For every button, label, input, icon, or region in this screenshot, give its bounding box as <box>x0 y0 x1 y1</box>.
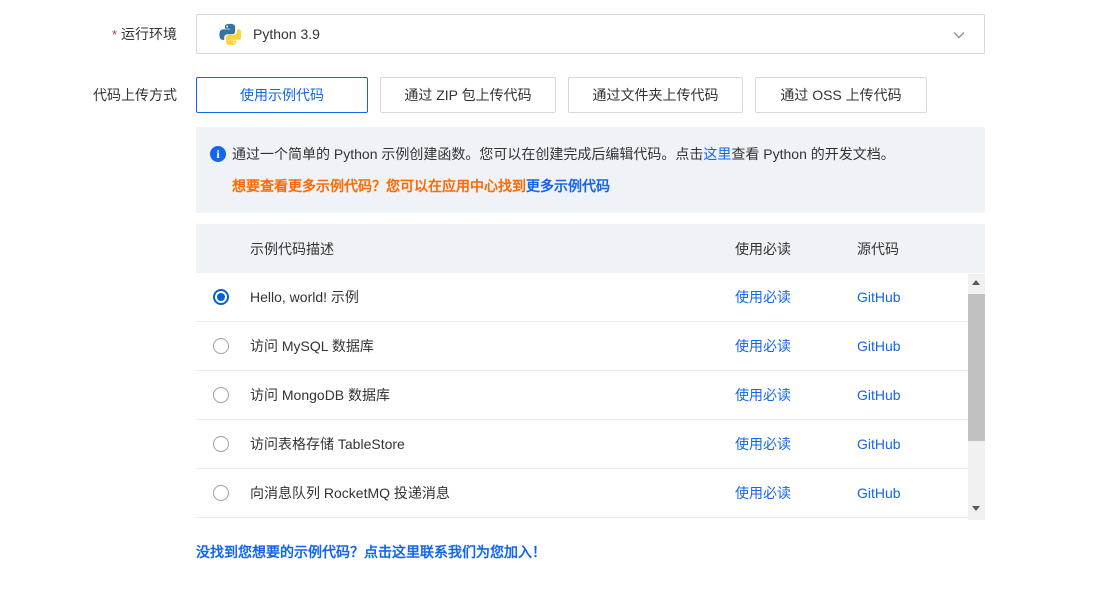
upload-option-folder[interactable]: 通过文件夹上传代码 <box>568 77 743 113</box>
row-readme-link[interactable]: 使用必读 <box>735 387 791 403</box>
row-radio-cell <box>196 485 250 501</box>
row-description: 访问 MySQL 数据库 <box>250 336 735 356</box>
scrollbar-down-arrow-icon[interactable] <box>968 500 985 517</box>
sample-code-table: 示例代码描述 使用必读 源代码 Hello, world! 示例 使用必读 Gi… <box>196 224 985 518</box>
upload-option-zip[interactable]: 通过 ZIP 包上传代码 <box>380 77 556 113</box>
table-row[interactable]: 访问 MongoDB 数据库 使用必读 GitHub <box>196 371 968 420</box>
table-row[interactable]: Hello, world! 示例 使用必读 GitHub <box>196 273 968 322</box>
table-body: Hello, world! 示例 使用必读 GitHub 访问 MySQL 数据… <box>196 273 985 518</box>
row-description: 访问表格存储 TableStore <box>250 434 735 454</box>
scrollbar-thumb[interactable] <box>968 294 985 441</box>
row-readme-link[interactable]: 使用必读 <box>735 485 791 501</box>
row-radio[interactable] <box>213 436 229 452</box>
column-header-source: 源代码 <box>857 239 968 259</box>
info-panel: i 通过一个简单的 Python 示例创建函数。您可以在创建完成后编辑代码。点击… <box>196 127 985 213</box>
table-header: 示例代码描述 使用必读 源代码 <box>196 224 985 273</box>
python-icon <box>219 23 241 45</box>
info-text-after: 查看 Python 的开发文档。 <box>731 146 894 162</box>
row-radio[interactable] <box>213 387 229 403</box>
upload-option-oss[interactable]: 通过 OSS 上传代码 <box>755 77 927 113</box>
column-header-description: 示例代码描述 <box>196 239 735 259</box>
row-readme-link[interactable]: 使用必读 <box>735 436 791 452</box>
row-description: Hello, world! 示例 <box>250 287 735 307</box>
row-source-link[interactable]: GitHub <box>857 387 901 403</box>
runtime-form-row: * 运行环境 Python 3.9 <box>0 14 1096 55</box>
row-radio[interactable] <box>213 485 229 501</box>
runtime-select[interactable]: Python 3.9 <box>196 14 985 54</box>
table-scrollbar[interactable] <box>968 274 985 520</box>
row-source-link[interactable]: GitHub <box>857 485 901 501</box>
row-radio-cell <box>196 387 250 403</box>
create-function-code-section: * 运行环境 Python 3.9 代码上传方式 使用示例代码 通过 ZIP 包上… <box>0 14 1096 601</box>
info-text: 通过一个简单的 Python 示例创建函数。您可以在创建完成后编辑代码。点击这里… <box>232 144 895 164</box>
row-readme-link[interactable]: 使用必读 <box>735 338 791 354</box>
row-source-link[interactable]: GitHub <box>857 436 901 452</box>
row-description: 向消息队列 RocketMQ 投递消息 <box>250 483 735 503</box>
row-description: 访问 MongoDB 数据库 <box>250 385 735 405</box>
table-row[interactable]: 向消息队列 RocketMQ 投递消息 使用必读 GitHub <box>196 469 968 518</box>
upload-method-button-group: 使用示例代码 通过 ZIP 包上传代码 通过文件夹上传代码 通过 OSS 上传代… <box>196 77 985 113</box>
docs-here-link[interactable]: 这里 <box>703 146 731 162</box>
row-readme-link[interactable]: 使用必读 <box>735 289 791 305</box>
table-row[interactable]: 访问表格存储 TableStore 使用必读 GitHub <box>196 420 968 469</box>
row-radio-cell <box>196 338 250 354</box>
column-header-readme: 使用必读 <box>735 239 857 259</box>
runtime-select-value: Python 3.9 <box>253 26 320 42</box>
row-source-link[interactable]: GitHub <box>857 338 901 354</box>
more-samples-link[interactable]: 更多示例代码 <box>526 178 610 194</box>
row-radio[interactable] <box>213 338 229 354</box>
scrollbar-up-arrow-icon[interactable] <box>968 274 985 291</box>
upload-method-form-row: 代码上传方式 使用示例代码 通过 ZIP 包上传代码 通过文件夹上传代码 通过 … <box>0 77 1096 113</box>
row-source-link[interactable]: GitHub <box>857 289 901 305</box>
row-radio[interactable] <box>213 289 229 305</box>
row-radio-cell <box>196 289 250 305</box>
chevron-down-icon <box>952 28 966 42</box>
runtime-label: * 运行环境 <box>0 14 177 55</box>
upload-option-sample-code[interactable]: 使用示例代码 <box>196 77 368 113</box>
info-icon: i <box>210 146 226 162</box>
row-radio-cell <box>196 436 250 452</box>
required-asterisk: * <box>112 27 117 42</box>
runtime-label-text: 运行环境 <box>121 26 177 42</box>
more-samples-line: 想要查看更多示例代码？您可以在应用中心找到更多示例代码 <box>232 176 969 196</box>
info-text-before: 通过一个简单的 Python 示例创建函数。您可以在创建完成后编辑代码。点击 <box>232 146 703 162</box>
table-row[interactable]: 访问 MySQL 数据库 使用必读 GitHub <box>196 322 968 371</box>
contact-us-link[interactable]: 没找到您想要的示例代码？点击这里联系我们为您加入！ <box>196 542 1096 562</box>
upload-method-label: 代码上传方式 <box>0 77 177 113</box>
more-samples-text: 想要查看更多示例代码？您可以在应用中心找到 <box>232 178 526 194</box>
